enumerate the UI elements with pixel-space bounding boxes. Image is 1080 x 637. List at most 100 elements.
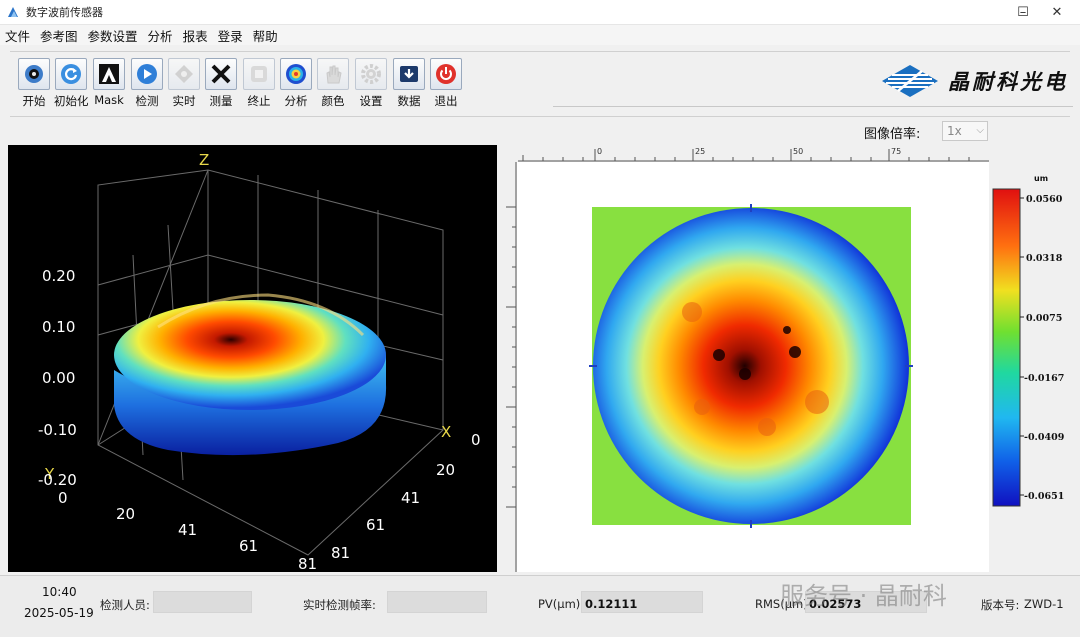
close-button[interactable]: ✕: [1034, 0, 1080, 24]
color-button[interactable]: 颜色: [316, 58, 350, 109]
zoom-select[interactable]: 1x ⌵: [942, 121, 988, 141]
y-tick: 81: [298, 555, 317, 572]
stop-button[interactable]: 终止: [242, 58, 276, 109]
status-date: 2025-05-19: [24, 606, 94, 620]
settings-button[interactable]: 设置: [354, 58, 388, 109]
analysis-label: 分析: [284, 94, 308, 108]
detect-label: 检测: [135, 94, 159, 108]
zoom-label: 图像倍率:: [864, 127, 921, 142]
mask-button[interactable]: Mask: [92, 58, 126, 107]
colorbar-tick: 0.0075: [1026, 313, 1062, 324]
wavefront-canvas: [589, 204, 913, 528]
x-tick: 41: [401, 489, 420, 507]
x-tick: 20: [436, 461, 455, 479]
ruler-tick: 50: [793, 147, 803, 156]
gear-icon: [361, 64, 381, 84]
menu-file[interactable]: 文件: [0, 26, 35, 45]
initialize-button[interactable]: 初始化: [54, 58, 89, 109]
surface-3d-canvas: Z X Y 0.20 0.10 0.00 -0.10 -0.20 0 20 41…: [38, 151, 481, 573]
menu-report[interactable]: 报表: [178, 26, 213, 45]
colorbar-tick: -0.0651: [1024, 491, 1064, 502]
x-axis-label: X: [441, 423, 451, 441]
pv-value: 0.12111: [585, 597, 638, 611]
y-tick: 41: [178, 521, 197, 539]
realtime-button[interactable]: 实时: [167, 58, 201, 109]
stop-icon: [251, 66, 267, 82]
x-tick: 81: [331, 544, 350, 562]
data-label: 数据: [397, 94, 421, 108]
toolbar: 开始 初始化 Mask 检测 实时 测量 终止 分析 颜色 设置 数据 退出 晶…: [10, 51, 1073, 117]
z-tick: -0.10: [38, 421, 77, 439]
toolbar-divider: [553, 106, 1073, 107]
x-tick: 0: [471, 431, 481, 449]
exit-button[interactable]: 退出: [429, 58, 463, 109]
colorbar-tick: 0.0318: [1026, 253, 1063, 264]
company-logo-icon: [882, 65, 938, 97]
cross-icon: [211, 64, 231, 84]
menu-help[interactable]: 帮助: [248, 26, 283, 45]
initialize-label: 初始化: [54, 94, 89, 108]
pv-label: PV(μm):: [538, 597, 585, 611]
colorbar-tick: 0.0560: [1026, 194, 1063, 205]
framerate-field: [387, 591, 487, 613]
analysis-button[interactable]: 分析: [279, 58, 313, 109]
version-value: ZWD-1: [1024, 597, 1064, 611]
power-icon: [436, 64, 456, 84]
menu-bar: 文件 参考图 参数设置 分析 报表 登录 帮助: [0, 25, 1080, 45]
chevron-down-icon: ⌵: [976, 125, 984, 136]
z-tick: -0.20: [38, 471, 77, 489]
ruler-tick: 75: [891, 147, 901, 156]
stop-label: 终止: [247, 94, 271, 108]
measure-label: 测量: [209, 94, 233, 108]
inspector-label: 检测人员:: [100, 598, 150, 612]
ruler-left: [500, 162, 517, 572]
brand-logo: 晶耐科光电: [878, 60, 1068, 102]
menu-parameters[interactable]: 参数设置: [83, 26, 143, 45]
z-tick: 0.20: [42, 267, 75, 285]
mask-icon: [99, 64, 119, 84]
x-tick: 61: [366, 516, 385, 534]
data-button[interactable]: 数据: [392, 58, 426, 109]
hand-icon: [326, 65, 342, 84]
y-tick: 20: [116, 505, 135, 523]
target-icon: [286, 64, 306, 84]
menu-login[interactable]: 登录: [213, 26, 248, 45]
colorbar-unit: um: [1034, 174, 1048, 183]
colorbar-tick: -0.0167: [1024, 373, 1064, 384]
record-icon: [25, 65, 43, 83]
zoom-value: 1x: [947, 124, 962, 138]
title-bar: 数字波前传感器 –: [0, 0, 1080, 25]
watermark: 服务号 · 晶耐科: [780, 582, 947, 610]
status-time: 10:40: [42, 585, 77, 599]
ruler-tick: 25: [695, 147, 705, 156]
colorbar-tick: -0.0409: [1024, 432, 1065, 443]
crosshair-icon: [175, 65, 193, 83]
wavefront-map[interactable]: [517, 162, 989, 572]
mask-label: Mask: [94, 93, 124, 107]
app-icon: [8, 7, 18, 17]
ruler-top: 0 25 50 75: [500, 145, 989, 162]
z-tick: 0.00: [42, 369, 75, 387]
detect-button[interactable]: 检测: [130, 58, 164, 109]
z-tick: 0.10: [42, 318, 75, 336]
ruler-tick: 0: [597, 147, 602, 156]
z-axis-label: Z: [199, 151, 209, 169]
refresh-icon: [61, 64, 81, 84]
realtime-label: 实时: [172, 94, 196, 108]
y-tick: 0: [58, 489, 68, 507]
download-icon: [400, 66, 418, 82]
version-label: 版本号:: [981, 598, 1020, 612]
brand-name: 晶耐科光电: [948, 69, 1068, 94]
surface-3d-view[interactable]: Z X Y 0.20 0.10 0.00 -0.10 -0.20 0 20 41…: [8, 145, 497, 573]
measure-button[interactable]: 测量: [204, 58, 238, 109]
exit-label: 退出: [434, 94, 458, 108]
start-label: 开始: [22, 94, 46, 108]
inspector-field[interactable]: [153, 591, 252, 613]
colorbar: um 0.0560 0.0318 0.0075 -0.0167 -0.0409 …: [990, 145, 1080, 572]
menu-reference[interactable]: 参考图: [35, 26, 83, 45]
y-tick: 61: [239, 537, 258, 555]
start-button[interactable]: 开始: [17, 58, 51, 109]
menu-analysis[interactable]: 分析: [143, 26, 178, 45]
play-icon: [137, 64, 157, 84]
color-label: 颜色: [321, 94, 345, 108]
